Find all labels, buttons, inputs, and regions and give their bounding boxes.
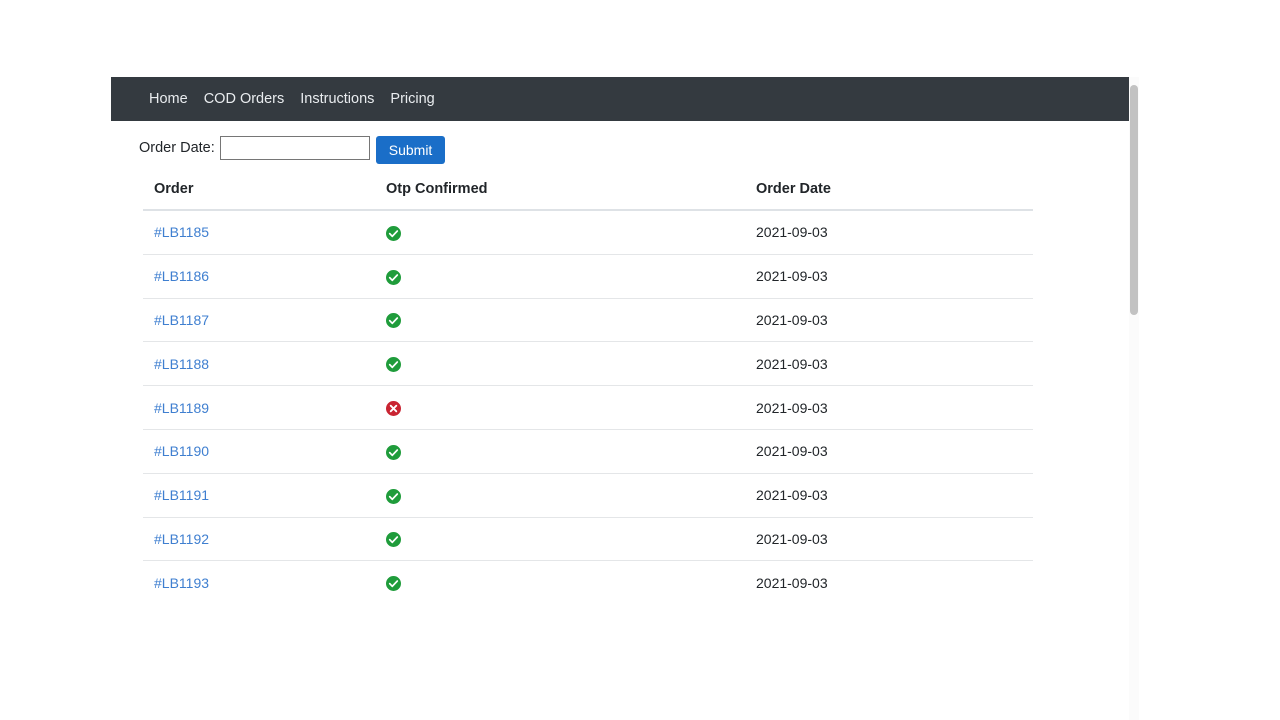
orders-table-head: Order Otp Confirmed Order Date (143, 181, 1033, 211)
check-glyph (388, 229, 399, 237)
column-header-date: Order Date (745, 181, 1033, 211)
check-circle-icon (386, 488, 401, 504)
cell-otp-confirmed (375, 298, 745, 343)
order-link[interactable]: #LB1193 (154, 575, 209, 591)
cell-order: #LB1187 (143, 298, 375, 343)
cross-glyph (389, 404, 398, 413)
check-glyph (388, 448, 399, 456)
table-row: #LB1186 2021-09-03 (143, 254, 1033, 299)
order-link[interactable]: #LB1191 (154, 487, 209, 503)
cell-order: #LB1192 (143, 517, 375, 562)
order-date-filter-form: Order Date: Submit (111, 121, 1129, 175)
table-row: #LB1191 2021-09-03 (143, 473, 1033, 518)
check-circle-icon (386, 444, 401, 460)
check-circle-icon (386, 576, 401, 592)
check-glyph (388, 492, 399, 500)
table-row: #LB1190 2021-09-03 (143, 429, 1033, 474)
order-date-input[interactable] (219, 136, 370, 160)
order-link[interactable]: #LB1192 (154, 531, 209, 547)
nav-link-cod-orders[interactable]: COD Orders (204, 92, 285, 107)
submit-button[interactable]: Submit (375, 136, 446, 164)
cell-otp-confirmed (375, 341, 745, 387)
order-link[interactable]: #LB1186 (154, 268, 209, 284)
cell-order-date: 2021-09-03 (745, 429, 1033, 474)
cell-order-date: 2021-09-03 (745, 298, 1033, 343)
cell-order: #LB1188 (143, 341, 375, 387)
main-navigation-bar: Home COD Orders Instructions Pricing (111, 77, 1129, 121)
cell-order-date: 2021-09-03 (745, 473, 1033, 518)
table-row: #LB1185 2021-09-03 (143, 210, 1033, 255)
table-header-row: Order Otp Confirmed Order Date (143, 181, 1033, 211)
column-header-order: Order (143, 181, 375, 211)
cell-otp-confirmed (375, 210, 745, 255)
order-link[interactable]: #LB1189 (154, 400, 209, 416)
check-glyph (388, 273, 399, 281)
cell-order-date: 2021-09-03 (745, 341, 1033, 387)
table-row: #LB1187 2021-09-03 (143, 298, 1033, 343)
orders-table-body: #LB1185 2021-09-03 #LB1186 2021-09-03 #LB118… (143, 210, 1033, 606)
check-circle-icon (386, 313, 401, 329)
order-date-label: Order Date: (139, 140, 215, 156)
cell-otp-confirmed (375, 517, 745, 562)
cell-order-date: 2021-09-03 (745, 210, 1033, 255)
cell-order-date: 2021-09-03 (745, 560, 1033, 606)
order-link[interactable]: #LB1190 (154, 443, 209, 459)
order-link[interactable]: #LB1187 (154, 312, 209, 328)
cell-order: #LB1186 (143, 254, 375, 299)
nav-link-instructions[interactable]: Instructions (300, 92, 374, 107)
cell-otp-confirmed (375, 254, 745, 299)
order-link[interactable]: #LB1188 (154, 356, 209, 372)
check-circle-icon (386, 532, 401, 548)
cell-otp-confirmed (375, 385, 745, 430)
cell-otp-confirmed (375, 429, 745, 474)
check-glyph (388, 580, 399, 588)
cell-order-date: 2021-09-03 (745, 385, 1033, 430)
check-glyph (388, 536, 399, 544)
check-glyph (388, 361, 399, 369)
nav-link-home[interactable]: Home (149, 92, 188, 107)
check-glyph (388, 317, 399, 325)
cell-otp-confirmed (375, 473, 745, 518)
cell-otp-confirmed (375, 560, 745, 606)
cell-order-date: 2021-09-03 (745, 517, 1033, 562)
vertical-scrollbar-thumb[interactable] (1130, 85, 1138, 315)
check-circle-icon (386, 357, 401, 373)
times-circle-icon (386, 400, 401, 416)
table-row: #LB1188 2021-09-03 (143, 341, 1033, 387)
cell-order: #LB1190 (143, 429, 375, 474)
browser-viewport: Home COD Orders Instructions Pricing Order … (111, 77, 1129, 606)
table-row: #LB1189 2021-09-03 (143, 385, 1033, 430)
cell-order: #LB1191 (143, 473, 375, 518)
cell-order: #LB1189 (143, 385, 375, 430)
orders-table: Order Otp Confirmed Order Date #LB1185 20… (143, 181, 1033, 606)
cell-order: #LB1193 (143, 560, 375, 606)
table-row: #LB1192 2021-09-03 (143, 517, 1033, 562)
check-circle-icon (386, 225, 401, 241)
cell-order: #LB1185 (143, 210, 375, 255)
nav-link-pricing[interactable]: Pricing (390, 92, 434, 107)
order-link[interactable]: #LB1185 (154, 224, 209, 240)
cell-order-date: 2021-09-03 (745, 254, 1033, 299)
column-header-otp: Otp Confirmed (375, 181, 745, 211)
check-circle-icon (386, 269, 401, 285)
table-row: #LB1193 2021-09-03 (143, 560, 1033, 606)
